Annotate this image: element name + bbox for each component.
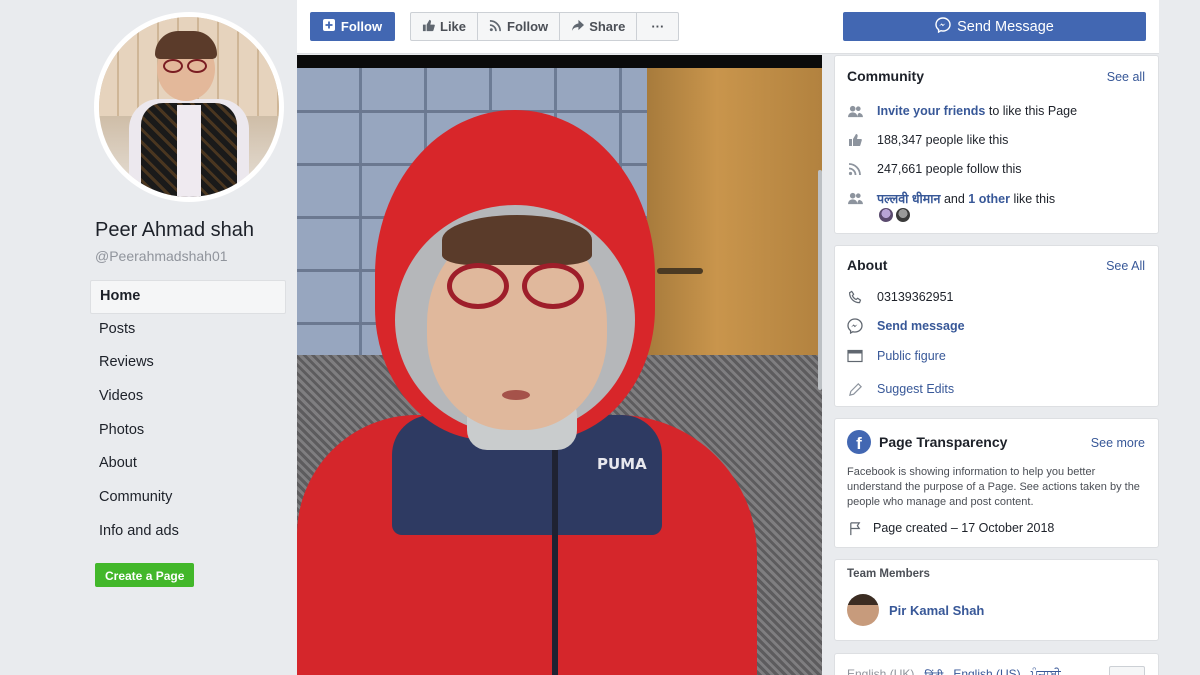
rss-icon	[847, 161, 863, 177]
team-title: Team Members	[847, 568, 930, 580]
suggest-edits-row: Suggest Edits	[847, 381, 954, 397]
page-created-row: Page created – 17 October 2018	[847, 520, 1054, 536]
share-arrow-icon	[571, 19, 585, 35]
profile-picture[interactable]	[94, 12, 284, 202]
follows-row: 247,661 people follow this	[847, 161, 1022, 177]
page-action-bar: Follow Like Follow Share ··· Send Messag…	[297, 0, 1159, 54]
friend-avatars	[879, 208, 910, 222]
avatar[interactable]	[879, 208, 893, 222]
scrollbar[interactable]	[818, 170, 822, 390]
follow-label: Follow	[507, 19, 549, 34]
avatar	[99, 17, 279, 197]
facebook-logo-icon: f	[847, 430, 871, 454]
send-message-link[interactable]: Send message	[877, 319, 965, 333]
language-card: English (UK) हिंदी English (US) ਪੰਜਾਬੀ	[834, 653, 1159, 675]
invite-rest-text: to like this Page	[988, 104, 1078, 118]
messenger-icon	[847, 318, 863, 334]
friend-name-link[interactable]: पल्लवी धीमान	[877, 192, 940, 206]
send-message-row: Send message	[847, 318, 965, 334]
share-label: Share	[589, 19, 626, 34]
suggest-edits-link[interactable]: Suggest Edits	[877, 382, 954, 396]
see-more-link[interactable]: See more	[1091, 436, 1145, 450]
nav-item-posts[interactable]: Posts	[90, 314, 286, 348]
transparency-title: Page Transparency	[879, 434, 1008, 450]
jacket-logo: PUMA	[597, 455, 647, 473]
more-dots-icon: ···	[651, 19, 665, 34]
page-handle[interactable]: @Peerahmadshah01	[95, 248, 228, 264]
flag-icon	[847, 520, 863, 536]
rss-icon	[489, 19, 502, 35]
transparency-description: Facebook is showing information to help …	[847, 466, 1140, 508]
page-transparency-card: f Page Transparency See more Facebook is…	[834, 418, 1159, 548]
follow-button[interactable]: Follow	[478, 13, 561, 40]
likes-count: 188,347 people like this	[877, 133, 1009, 147]
like-this-text: like this	[1013, 192, 1056, 206]
follow-primary-label: Follow	[340, 19, 383, 34]
page-nav: Home Posts Reviews Videos Photos About C…	[90, 280, 286, 550]
about-card: About See All 03139362951 Send message P…	[834, 245, 1159, 407]
nav-item-reviews[interactable]: Reviews	[90, 347, 286, 381]
card-icon	[847, 348, 863, 364]
nav-item-photos[interactable]: Photos	[90, 415, 286, 449]
featured-photo[interactable]: PUMA	[297, 55, 822, 675]
pencil-icon	[847, 381, 863, 397]
team-member-row: Pir Kamal Shah	[847, 594, 984, 626]
like-label: Like	[440, 19, 467, 34]
messenger-icon	[935, 16, 951, 37]
nav-item-community[interactable]: Community	[90, 482, 286, 516]
nav-item-about[interactable]: About	[90, 448, 286, 482]
others-link[interactable]: 1 other	[968, 192, 1010, 206]
community-card: Community See all Invite your friends to…	[834, 55, 1159, 234]
page-created-date: Page created – 17 October 2018	[873, 521, 1055, 535]
send-message-button[interactable]: Send Message	[843, 12, 1146, 41]
transparency-header: f Page Transparency	[847, 430, 1007, 454]
phone-icon	[847, 289, 863, 305]
avatar[interactable]	[847, 594, 879, 626]
community-see-all-link[interactable]: See all	[1107, 70, 1145, 84]
avatar[interactable]	[896, 208, 910, 222]
invite-friends-link[interactable]: Invite your friends	[877, 104, 985, 118]
follow-primary-button[interactable]: Follow	[310, 12, 395, 41]
about-see-all-link[interactable]: See All	[1106, 259, 1145, 273]
and-text: and	[943, 192, 965, 206]
community-title: Community	[847, 68, 924, 84]
page-title[interactable]: Peer Ahmad shah	[95, 219, 254, 242]
rss-plus-icon	[322, 19, 335, 34]
left-sidebar: Peer Ahmad shah @Peerahmadshah01 Home Po…	[0, 0, 297, 675]
language-list: English (UK) हिंदी English (US) ਪੰਜਾਬੀ	[847, 667, 1061, 675]
category-row: Public figure	[847, 348, 946, 364]
add-language-button[interactable]	[1109, 666, 1145, 675]
language-item[interactable]: ਪੰਜਾਬੀ	[1031, 667, 1061, 675]
create-page-button[interactable]: Create a Page	[95, 563, 195, 587]
team-member-name[interactable]: Pir Kamal Shah	[889, 603, 984, 618]
send-message-label: Send Message	[957, 18, 1054, 35]
people-icon	[847, 191, 863, 207]
language-item[interactable]: हिंदी	[924, 667, 943, 675]
language-item[interactable]: English (US)	[953, 667, 1020, 675]
friends-like-row: पल्लवी धीमान and 1 other like this	[847, 190, 1055, 207]
language-item: English (UK)	[847, 667, 915, 675]
like-button[interactable]: Like	[411, 13, 479, 40]
thumb-up-icon	[422, 19, 435, 35]
follows-count: 247,661 people follow this	[877, 162, 1022, 176]
phone-number[interactable]: 03139362951	[877, 290, 953, 304]
invite-row: Invite your friends to like this Page	[847, 103, 1077, 119]
team-members-card: Team Members Pir Kamal Shah	[834, 559, 1159, 641]
about-title: About	[847, 257, 888, 273]
nav-item-info-and-ads[interactable]: Info and ads	[90, 516, 286, 550]
page-actions-group: Like Follow Share ···	[410, 12, 680, 41]
share-button[interactable]: Share	[560, 13, 638, 40]
likes-row: 188,347 people like this	[847, 132, 1008, 148]
nav-item-videos[interactable]: Videos	[90, 381, 286, 415]
people-icon	[847, 103, 863, 119]
more-options-button[interactable]: ···	[637, 13, 678, 40]
nav-item-home[interactable]: Home	[90, 280, 286, 314]
phone-row: 03139362951	[847, 289, 953, 305]
category-link[interactable]: Public figure	[877, 349, 946, 363]
thumb-up-icon	[847, 132, 863, 148]
